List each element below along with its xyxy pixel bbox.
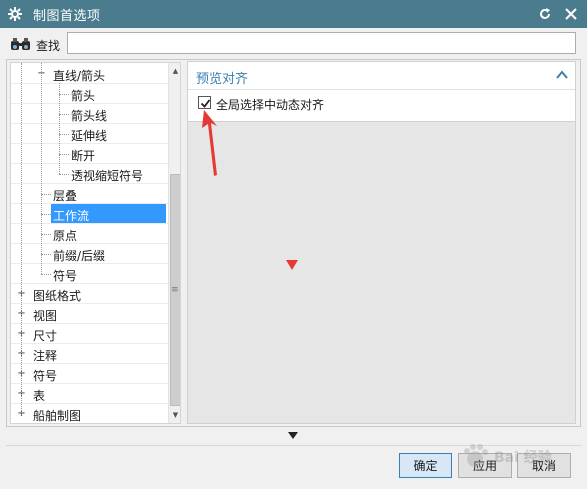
tree-connector	[59, 154, 69, 155]
tree-item-label: 表	[33, 389, 46, 403]
tree-item[interactable]: + 尺寸	[11, 324, 168, 344]
tree-item-selected[interactable]: 工作流	[11, 204, 168, 224]
divider	[188, 89, 575, 90]
tree-connector	[59, 174, 69, 175]
tree-connector	[41, 254, 51, 255]
binoculars-icon	[10, 37, 34, 51]
tree-item-label: 符号	[53, 269, 78, 283]
tree-item-label: 工作流	[53, 209, 90, 223]
annotation-arrow	[202, 110, 217, 176]
preview-align-group: 预览对齐 全局选择中动态对齐	[188, 62, 575, 122]
close-icon[interactable]	[563, 6, 579, 22]
tree-connector	[41, 274, 51, 275]
tree-item[interactable]: 原点	[11, 224, 168, 244]
annotation-marker-icon	[286, 260, 298, 270]
ok-button[interactable]: 确定	[399, 453, 452, 478]
tree-item[interactable]: 延伸线	[11, 124, 168, 144]
tree-rows: − 直线/箭头 箭头 箭头线 延伸线 断开 透视缩短符号 层叠 工作流 原点 前缀/后缀 符号 + 图纸格…	[11, 63, 168, 423]
chevron-up-icon[interactable]	[555, 68, 569, 82]
tree-item[interactable]: + 符号	[11, 364, 168, 384]
tree-guide	[41, 63, 42, 274]
tree-scrollbar[interactable]: ▲ ≡ ▼	[168, 63, 180, 423]
tree-item[interactable]: 箭头线	[11, 104, 168, 124]
tree-item-label: 尺寸	[33, 329, 58, 343]
tree-guide	[59, 83, 60, 174]
tree-item[interactable]: 断开	[11, 144, 168, 164]
dynamic-align-label: 全局选择中动态对齐	[216, 98, 325, 112]
group-title[interactable]: 预览对齐	[196, 68, 248, 87]
scroll-down-icon[interactable]: ▼	[169, 408, 180, 422]
tree-item[interactable]: 层叠	[11, 184, 168, 204]
find-label: 查找	[36, 39, 61, 53]
tree-item-label: 注释	[33, 349, 58, 363]
apply-button[interactable]: 应用	[458, 453, 512, 478]
tree-item-label: 层叠	[53, 189, 78, 203]
tree-item-label: 原点	[53, 229, 78, 243]
settings-panel: 预览对齐 全局选择中动态对齐	[187, 61, 576, 424]
search-row: 查找	[0, 28, 587, 60]
search-input[interactable]	[67, 32, 576, 54]
tree-item-label: 视图	[33, 309, 58, 323]
tree-item[interactable]: 前缀/后缀	[11, 244, 168, 264]
tree-guide	[21, 63, 22, 415]
tree-item-label: 延伸线	[71, 129, 108, 143]
tree-item[interactable]: 透视缩短符号	[11, 164, 168, 184]
reset-icon[interactable]	[537, 6, 553, 22]
tree-item[interactable]: + 表	[11, 384, 168, 404]
tree-item[interactable]: + 注释	[11, 344, 168, 364]
tree-item-label: 透视缩短符号	[71, 169, 144, 183]
cancel-button[interactable]: 取消	[517, 453, 571, 478]
tree-item-label: 符号	[33, 369, 58, 383]
tree-item[interactable]: − 直线/箭头	[11, 64, 168, 84]
tree-item[interactable]: 符号	[11, 264, 168, 284]
tree-item-label: 前缀/后缀	[53, 249, 106, 263]
tree-item-label: 图纸格式	[33, 289, 82, 303]
tree-item[interactable]: + 视图	[11, 304, 168, 324]
divider	[6, 445, 581, 446]
scroll-up-icon[interactable]: ▲	[169, 64, 180, 78]
tree-item-label: 断开	[71, 149, 96, 163]
tree-connector	[59, 114, 69, 115]
expand-down-icon[interactable]	[288, 432, 298, 440]
tree-item[interactable]: + 图纸格式	[11, 284, 168, 304]
grip-icon: ≡	[171, 285, 179, 295]
tree-connector	[41, 194, 51, 195]
tree-item-label: 箭头线	[71, 109, 108, 123]
tree-item[interactable]: + 船舶制图	[11, 404, 168, 424]
title-bar: 制图首选项	[0, 0, 587, 28]
tree-item[interactable]: 箭头	[11, 84, 168, 104]
tree-item-label: 船舶制图	[33, 409, 82, 423]
tree-connector	[41, 214, 51, 215]
tree-item-label: 箭头	[71, 89, 96, 103]
preferences-tree: − 直线/箭头 箭头 箭头线 延伸线 断开 透视缩短符号 层叠 工作流 原点 前缀/后缀 符号 + 图纸格…	[10, 62, 181, 424]
tree-connector	[59, 134, 69, 135]
window-title: 制图首选项	[33, 8, 101, 24]
tree-connector	[41, 234, 51, 235]
gear-icon	[8, 7, 22, 21]
tree-item-label: 直线/箭头	[53, 69, 106, 83]
tree-connector	[59, 94, 69, 95]
